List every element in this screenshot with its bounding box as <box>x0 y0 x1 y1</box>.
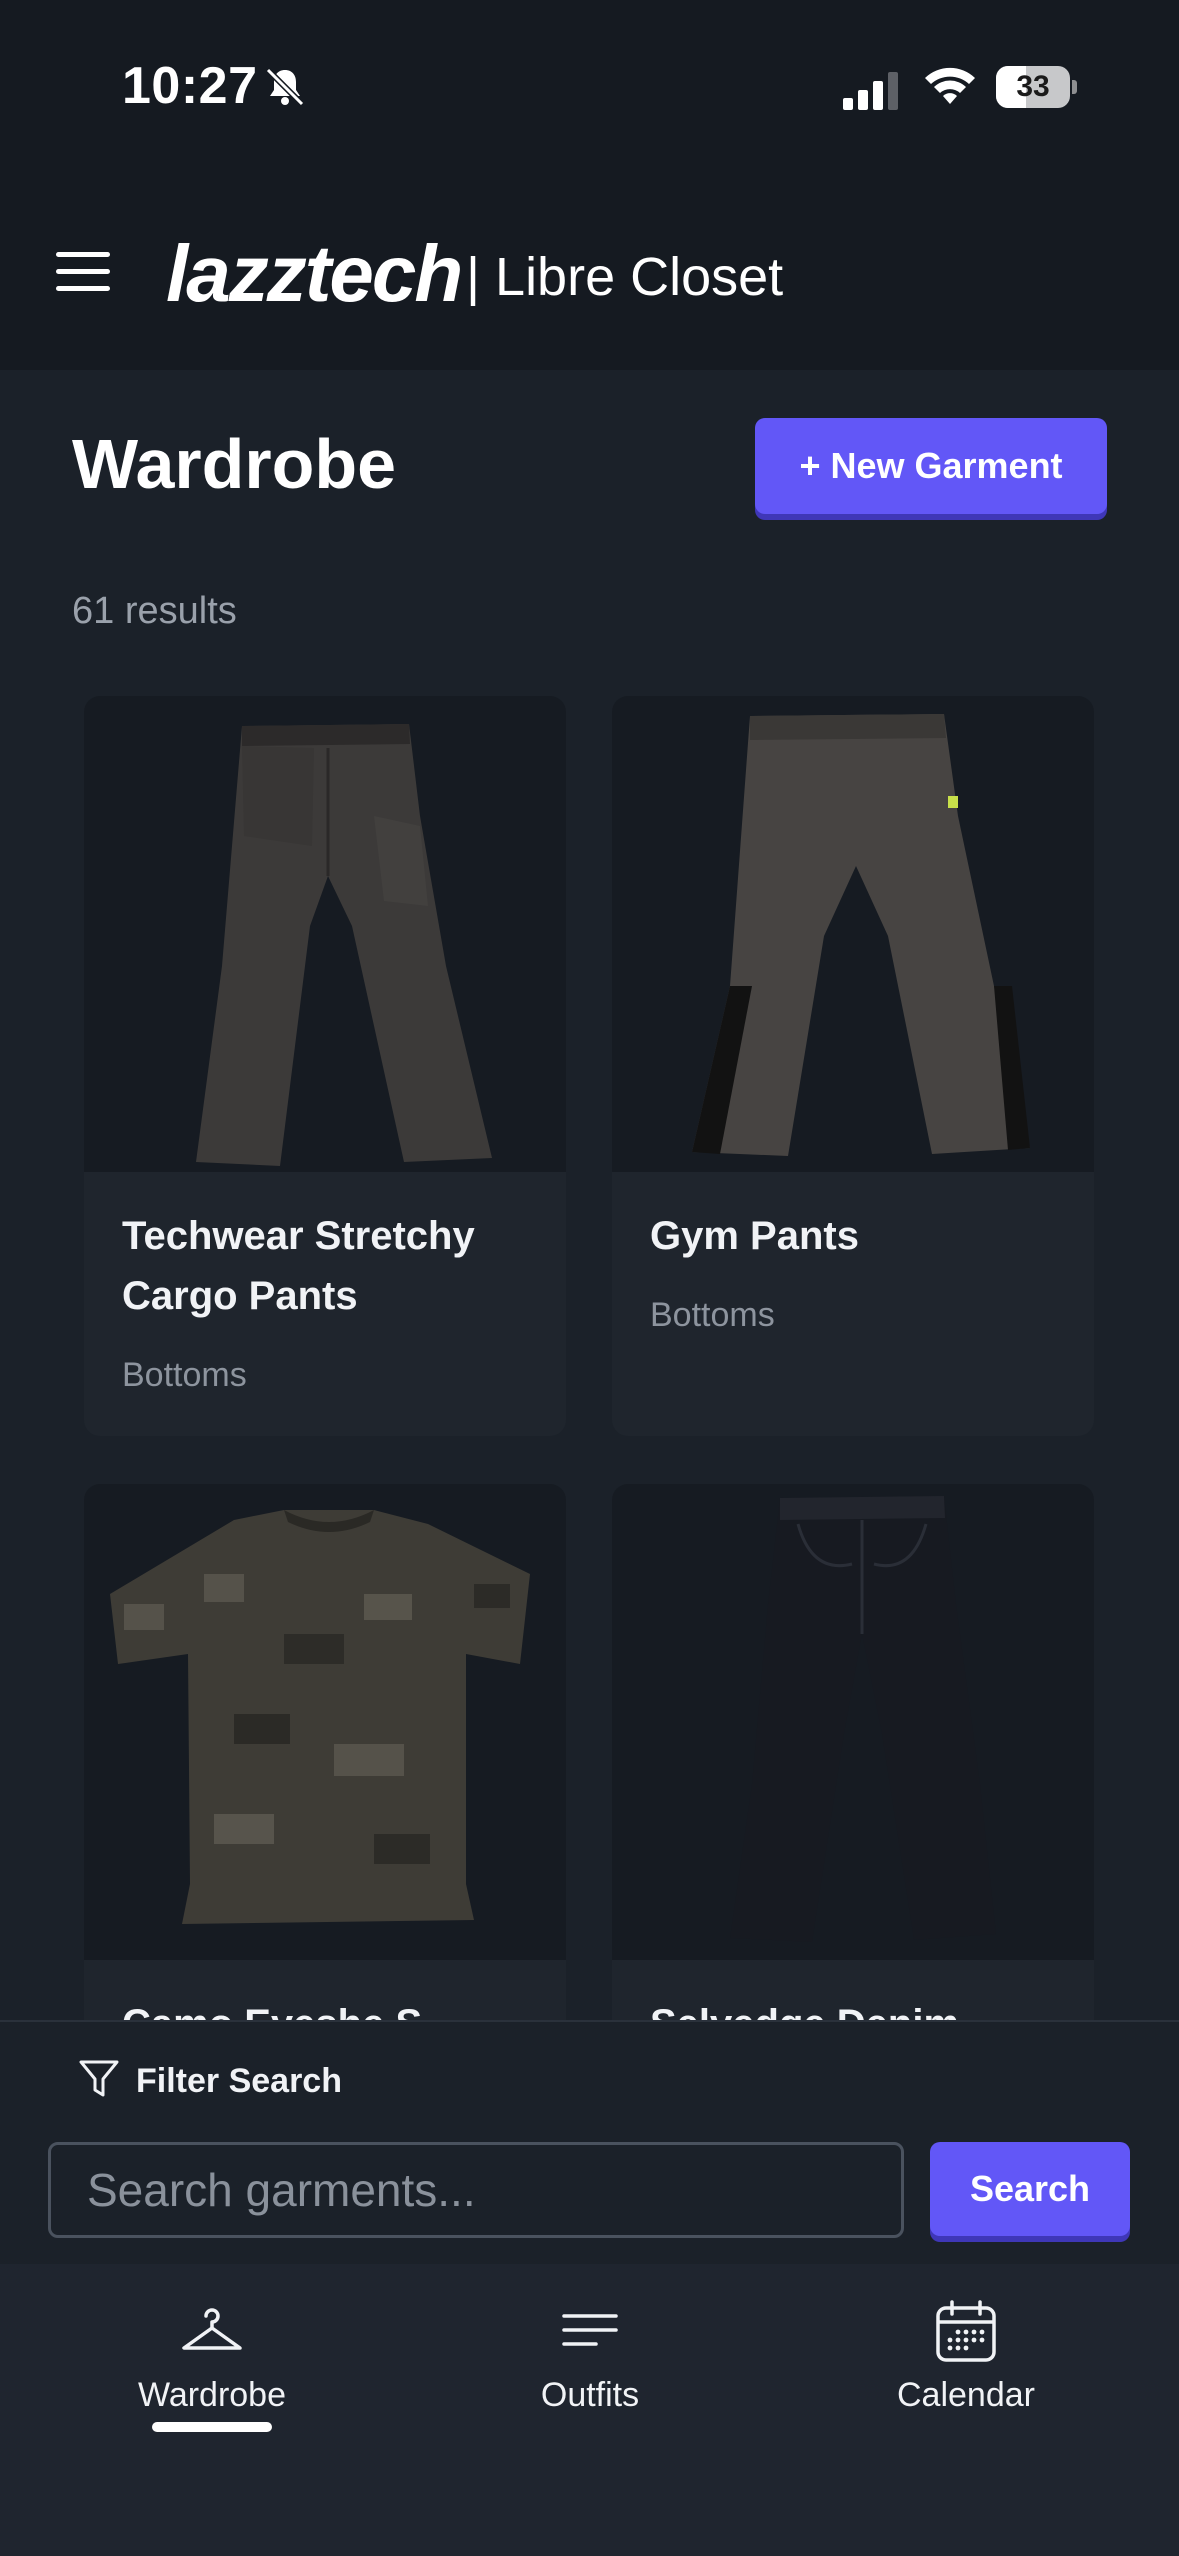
garment-title: Gym Pants <box>650 1214 859 1258</box>
status-time: 10:27 <box>122 57 258 115</box>
garment-category: Bottoms <box>650 1296 775 1334</box>
garment-image <box>612 696 1094 1172</box>
search-button[interactable]: Search <box>930 2142 1130 2236</box>
battery-indicator: 33 <box>996 66 1078 108</box>
search-input[interactable] <box>48 2142 904 2238</box>
battery-percent: 33 <box>1016 70 1050 103</box>
garment-title: Techwear Stretchy Cargo Pants <box>122 1214 475 1318</box>
garment-image <box>84 1484 566 1960</box>
results-count: 61 results <box>72 590 237 632</box>
tab-label: Calendar <box>897 2376 1035 2414</box>
wifi-icon <box>925 67 975 104</box>
garment-card[interactable]: Techwear Stretchy Cargo Pants Bottoms <box>84 696 566 1436</box>
bell-muted-icon <box>265 67 305 107</box>
cellular-signal-icon <box>843 72 898 110</box>
filter-search-toggle[interactable]: Filter Search <box>136 2062 342 2101</box>
tab-calendar[interactable]: Calendar <box>836 2300 1096 2440</box>
tab-label: Outfits <box>540 2376 640 2414</box>
garment-category: Bottoms <box>122 1356 247 1394</box>
garment-image <box>612 1484 1094 1960</box>
tab-label: Wardrobe <box>137 2376 287 2414</box>
new-garment-button[interactable]: + New Garment <box>755 418 1107 514</box>
tab-wardrobe[interactable]: Wardrobe <box>82 2300 342 2440</box>
list-icon <box>562 2314 618 2346</box>
tab-outfits[interactable]: Outfits <box>460 2300 720 2440</box>
filter-icon <box>79 2060 119 2097</box>
garment-image <box>84 696 566 1172</box>
garment-card[interactable]: Gym Pants Bottoms <box>612 696 1094 1436</box>
app-name: | Libre Closet <box>466 247 784 307</box>
hanger-icon <box>182 2308 242 2350</box>
app-header: 10:27 33 lazztech | Libre Closet <box>0 0 1179 370</box>
menu-button[interactable] <box>56 248 110 294</box>
brand-logo[interactable]: lazztech <box>166 226 463 322</box>
active-tab-indicator <box>152 2422 272 2432</box>
calendar-icon <box>936 2300 996 2362</box>
page-title: Wardrobe <box>72 425 397 503</box>
app-screen: 10:27 33 lazztech | Libre Closet Wardrob… <box>0 0 1179 2556</box>
